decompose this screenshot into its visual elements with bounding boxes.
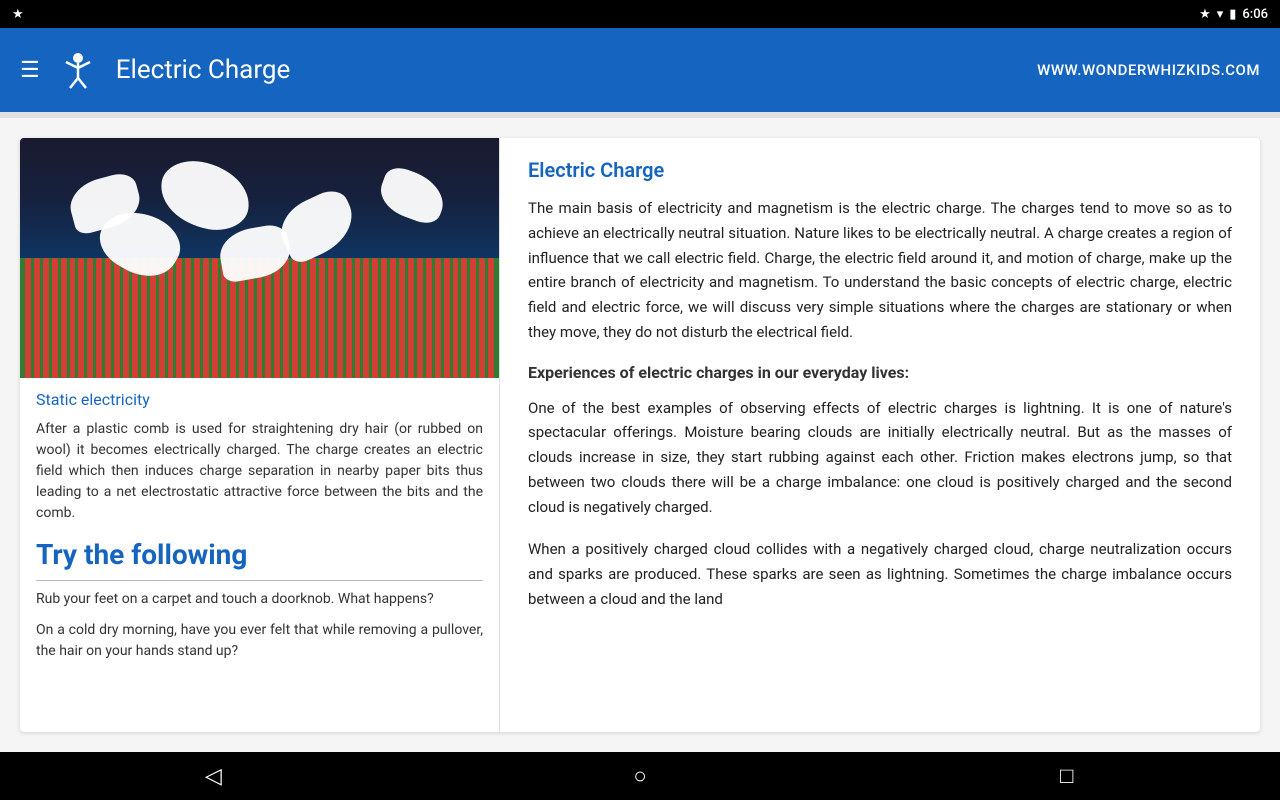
wifi-icon: ▾	[1217, 7, 1224, 22]
app-bar: ☰ Electric Charge WWW.WONDERWHIZKIDS.COM	[0, 28, 1280, 112]
static-description: After a plastic comb is used for straigh…	[36, 419, 483, 524]
article-image	[20, 138, 499, 378]
section-heading: Experiences of electric charges in our e…	[528, 363, 1232, 382]
article-heading: Electric Charge	[528, 158, 1232, 182]
home-button[interactable]: ○	[610, 756, 670, 796]
paper-bits	[40, 158, 479, 318]
left-column: Static electricity After a plastic comb …	[20, 138, 500, 732]
status-bar: ★ ★ ▾ ▮ 6:06	[0, 0, 1280, 28]
notification-icon: ★	[12, 7, 24, 22]
activity-2: On a cold dry morning, have you ever fel…	[36, 620, 483, 662]
content-card: Static electricity After a plastic comb …	[20, 138, 1260, 732]
nav-bar: ◁ ○ □	[0, 752, 1280, 800]
status-bar-left: ★	[12, 7, 24, 22]
status-bar-right: ★ ▾ ▮ 6:06	[1199, 7, 1268, 22]
website-url: WWW.WONDERWHIZKIDS.COM	[1037, 61, 1260, 79]
app-title: Electric Charge	[116, 55, 291, 85]
back-button[interactable]: ◁	[183, 756, 243, 796]
main-content: Static electricity After a plastic comb …	[0, 118, 1280, 752]
try-following-heading: Try the following	[36, 538, 483, 572]
try-divider	[36, 580, 483, 581]
right-column: Electric Charge The main basis of electr…	[500, 138, 1260, 732]
section-1-body: One of the best examples of observing ef…	[528, 396, 1232, 520]
recents-button[interactable]: □	[1037, 756, 1097, 796]
star-icon: ★	[1199, 7, 1211, 22]
app-logo	[56, 48, 100, 92]
static-electricity-label: Static electricity	[36, 390, 483, 409]
left-content: Static electricity After a plastic comb …	[20, 378, 499, 732]
article-body: The main basis of electricity and magnet…	[528, 196, 1232, 345]
app-bar-left: ☰ Electric Charge	[20, 48, 290, 92]
battery-icon: ▮	[1229, 7, 1236, 22]
activity-1: Rub your feet on a carpet and touch a do…	[36, 589, 483, 610]
section-2-body: When a positively charged cloud collides…	[528, 537, 1232, 611]
menu-icon[interactable]: ☰	[20, 58, 40, 83]
time-display: 6:06	[1242, 7, 1268, 22]
